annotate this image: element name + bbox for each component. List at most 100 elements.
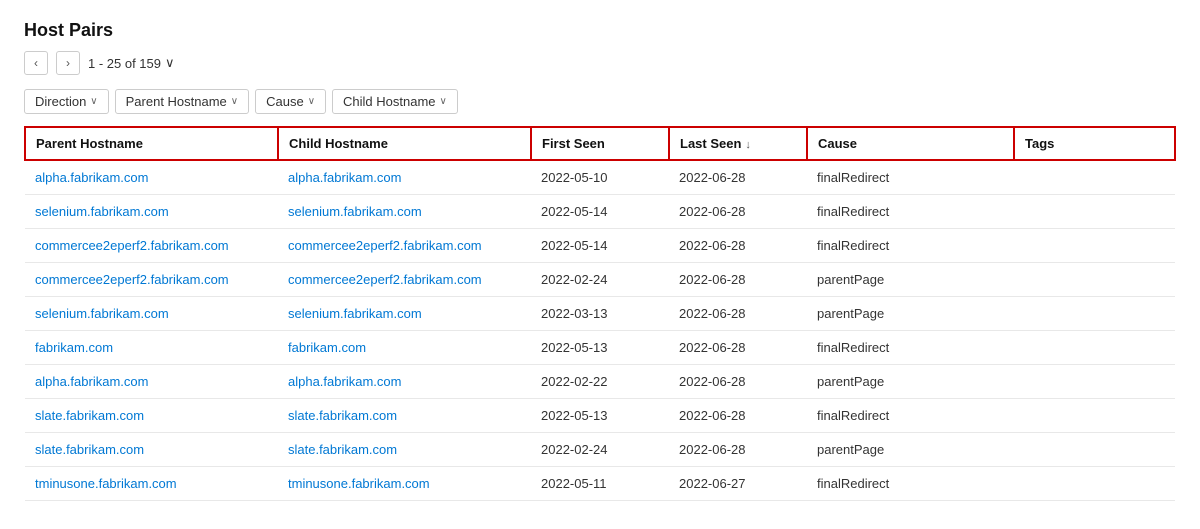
pagination-bar: ‹ › 1 - 25 of 159 ∨ — [24, 51, 1176, 75]
filter-label: Direction — [35, 94, 86, 109]
cell-firstSeen: 2022-05-11 — [531, 467, 669, 501]
cell-firstSeen: 2022-05-10 — [531, 160, 669, 195]
cell-lastSeen: 2022-06-28 — [669, 160, 807, 195]
cell-lastSeen: 2022-06-28 — [669, 195, 807, 229]
cell-tags — [1014, 195, 1175, 229]
next-page-button[interactable]: › — [56, 51, 80, 75]
cell-firstSeen: 2022-02-24 — [531, 433, 669, 467]
column-label: Parent Hostname — [36, 136, 143, 151]
cell-tags — [1014, 229, 1175, 263]
cell-lastSeen: 2022-06-28 — [669, 297, 807, 331]
cell-parent[interactable]: alpha.fabrikam.com — [25, 160, 278, 195]
cell-cause: parentPage — [807, 433, 1014, 467]
cell-cause: parentPage — [807, 263, 1014, 297]
cell-firstSeen: 2022-05-14 — [531, 195, 669, 229]
cell-tags — [1014, 365, 1175, 399]
page-info-text: 1 - 25 of 159 — [88, 56, 161, 71]
cell-tags — [1014, 331, 1175, 365]
cell-lastSeen: 2022-06-28 — [669, 263, 807, 297]
cell-tags — [1014, 160, 1175, 195]
cell-tags — [1014, 297, 1175, 331]
cell-tags — [1014, 263, 1175, 297]
cell-child[interactable]: alpha.fabrikam.com — [278, 365, 531, 399]
filter-button-filter-child[interactable]: Child Hostname ∨ — [332, 89, 458, 114]
column-header-cause: Cause — [807, 127, 1014, 160]
filter-button-filter-direction[interactable]: Direction ∨ — [24, 89, 109, 114]
cell-firstSeen: 2022-02-24 — [531, 263, 669, 297]
column-header-firstSeen: First Seen — [531, 127, 669, 160]
cell-firstSeen: 2022-05-13 — [531, 399, 669, 433]
page-info[interactable]: 1 - 25 of 159 ∨ — [88, 55, 175, 71]
cell-parent[interactable]: fabrikam.com — [25, 331, 278, 365]
chevron-down-icon: ∨ — [440, 96, 447, 107]
column-header-tags: Tags — [1014, 127, 1175, 160]
cell-lastSeen: 2022-06-28 — [669, 433, 807, 467]
column-label: Last Seen — [680, 136, 741, 151]
column-header-parent: Parent Hostname — [25, 127, 278, 160]
cell-parent[interactable]: alpha.fabrikam.com — [25, 365, 278, 399]
cell-child[interactable]: commercee2eperf2.fabrikam.com — [278, 263, 531, 297]
table-row: tminusone.fabrikam.comtminusone.fabrikam… — [25, 467, 1175, 501]
filter-bar: Direction∨Parent Hostname∨Cause∨Child Ho… — [24, 89, 1176, 114]
cell-child[interactable]: fabrikam.com — [278, 331, 531, 365]
filter-label: Cause — [266, 94, 304, 109]
cell-lastSeen: 2022-06-28 — [669, 331, 807, 365]
cell-parent[interactable]: commercee2eperf2.fabrikam.com — [25, 229, 278, 263]
cell-parent[interactable]: slate.fabrikam.com — [25, 399, 278, 433]
cell-child[interactable]: slate.fabrikam.com — [278, 433, 531, 467]
cell-lastSeen: 2022-06-28 — [669, 365, 807, 399]
cell-child[interactable]: selenium.fabrikam.com — [278, 297, 531, 331]
prev-page-button[interactable]: ‹ — [24, 51, 48, 75]
cell-lastSeen: 2022-06-27 — [669, 467, 807, 501]
table-row: selenium.fabrikam.comselenium.fabrikam.c… — [25, 195, 1175, 229]
column-label: Child Hostname — [289, 136, 388, 151]
cell-child[interactable]: tminusone.fabrikam.com — [278, 467, 531, 501]
cell-child[interactable]: commercee2eperf2.fabrikam.com — [278, 229, 531, 263]
cell-cause: finalRedirect — [807, 195, 1014, 229]
cell-cause: finalRedirect — [807, 229, 1014, 263]
cell-lastSeen: 2022-06-28 — [669, 229, 807, 263]
cell-tags — [1014, 399, 1175, 433]
cell-tags — [1014, 433, 1175, 467]
sort-icon: ↓ — [745, 139, 751, 151]
table-row: selenium.fabrikam.comselenium.fabrikam.c… — [25, 297, 1175, 331]
table-row: slate.fabrikam.comslate.fabrikam.com2022… — [25, 399, 1175, 433]
cell-firstSeen: 2022-02-22 — [531, 365, 669, 399]
filter-label: Child Hostname — [343, 94, 436, 109]
cell-cause: finalRedirect — [807, 160, 1014, 195]
cell-cause: finalRedirect — [807, 467, 1014, 501]
page-info-chevron: ∨ — [165, 55, 175, 71]
cell-cause: finalRedirect — [807, 331, 1014, 365]
cell-firstSeen: 2022-05-13 — [531, 331, 669, 365]
cell-parent[interactable]: tminusone.fabrikam.com — [25, 467, 278, 501]
cell-parent[interactable]: selenium.fabrikam.com — [25, 297, 278, 331]
chevron-down-icon: ∨ — [231, 96, 238, 107]
cell-parent[interactable]: slate.fabrikam.com — [25, 433, 278, 467]
chevron-down-icon: ∨ — [308, 96, 315, 107]
table-row: fabrikam.comfabrikam.com2022-05-132022-0… — [25, 331, 1175, 365]
cell-tags — [1014, 467, 1175, 501]
column-header-lastSeen[interactable]: Last Seen ↓ — [669, 127, 807, 160]
column-label: Tags — [1025, 136, 1054, 151]
table-row: commercee2eperf2.fabrikam.comcommercee2e… — [25, 263, 1175, 297]
cell-lastSeen: 2022-06-28 — [669, 399, 807, 433]
column-label: First Seen — [542, 136, 605, 151]
table-row: slate.fabrikam.comslate.fabrikam.com2022… — [25, 433, 1175, 467]
cell-cause: finalRedirect — [807, 399, 1014, 433]
page-title: Host Pairs — [24, 20, 1176, 41]
cell-child[interactable]: selenium.fabrikam.com — [278, 195, 531, 229]
cell-parent[interactable]: selenium.fabrikam.com — [25, 195, 278, 229]
cell-cause: parentPage — [807, 297, 1014, 331]
cell-parent[interactable]: commercee2eperf2.fabrikam.com — [25, 263, 278, 297]
table-row: commercee2eperf2.fabrikam.comcommercee2e… — [25, 229, 1175, 263]
cell-child[interactable]: alpha.fabrikam.com — [278, 160, 531, 195]
cell-firstSeen: 2022-03-13 — [531, 297, 669, 331]
table-row: alpha.fabrikam.comalpha.fabrikam.com2022… — [25, 160, 1175, 195]
cell-child[interactable]: slate.fabrikam.com — [278, 399, 531, 433]
column-label: Cause — [818, 136, 857, 151]
filter-label: Parent Hostname — [126, 94, 227, 109]
chevron-down-icon: ∨ — [90, 96, 97, 107]
filter-button-filter-cause[interactable]: Cause ∨ — [255, 89, 326, 114]
column-header-child: Child Hostname — [278, 127, 531, 160]
filter-button-filter-parent[interactable]: Parent Hostname ∨ — [115, 89, 250, 114]
